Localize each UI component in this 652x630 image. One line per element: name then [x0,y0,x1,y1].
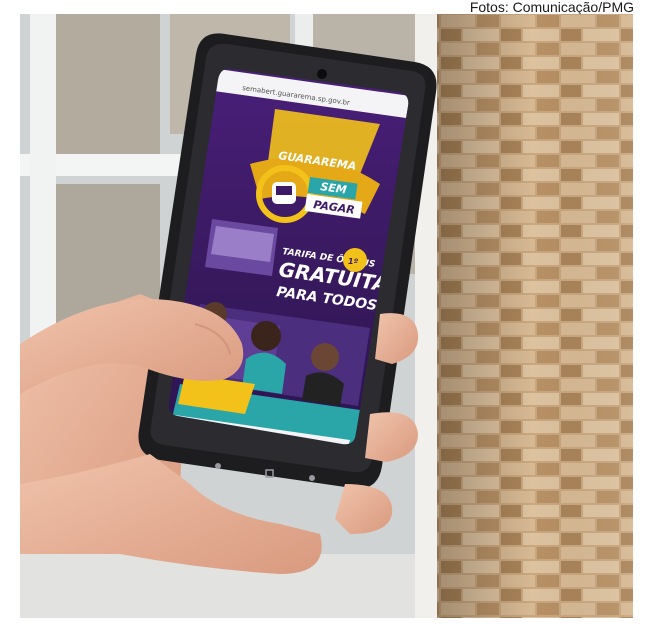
phone-camera [317,69,327,79]
photo-credit: Fotos: Comunicação/PMG [469,0,634,15]
page: Fotos: Comunicação/PMG semabert.guararem… [0,0,652,630]
photo-scene: semabert.guararema.sp.gov.br GUARAREMA S… [20,14,633,618]
stamp-text: 1º [348,257,359,266]
photo: semabert.guararema.sp.gov.br GUARAREMA S… [20,14,633,618]
